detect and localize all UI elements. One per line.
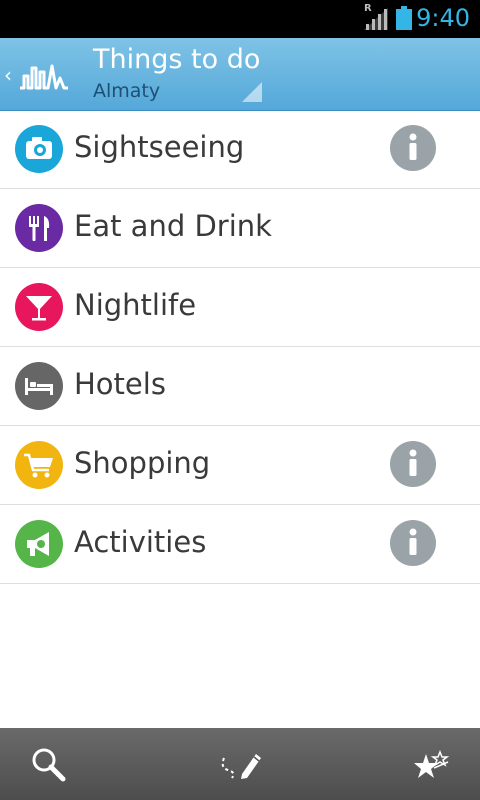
list-item-shopping[interactable]: Shopping [0,426,480,505]
list-item-nightlife[interactable]: Nightlife [0,268,480,347]
info-icon[interactable] [390,441,436,487]
action-bar: ‹ Things to do Almaty [0,38,480,111]
signal-icon [364,8,388,30]
list-item-eat-and-drink[interactable]: Eat and Drink [0,189,480,268]
list-item-label: Hotels [74,367,166,401]
megaphone-icon [15,520,63,568]
battery-icon [396,6,412,30]
list-item-activities[interactable]: Activities [0,505,480,584]
search-button[interactable] [0,728,100,800]
bottom-toolbar [0,728,480,800]
cart-icon [15,441,63,489]
list-item-label: Nightlife [74,288,197,322]
clock: 9:40 [416,4,470,32]
category-list: Sightseeing Eat and Drink Nightlife Hote… [0,110,480,584]
route-draw-icon [221,754,261,779]
bed-icon [15,362,63,410]
back-chevron-icon[interactable]: ‹ [4,63,12,87]
list-item-label: Sightseeing [74,130,245,164]
info-icon[interactable] [390,125,436,171]
list-item-label: Eat and Drink [74,209,272,243]
camera-icon [15,125,63,173]
list-item-label: Shopping [74,446,211,480]
search-icon [32,748,66,782]
list-item-label: Activities [74,525,207,559]
favorites-stars-icon [414,749,450,778]
info-icon[interactable] [390,520,436,566]
status-bar: R 9:40 [0,0,480,38]
fork-knife-icon [15,204,63,252]
page-title[interactable]: Things to do [93,44,260,75]
cocktail-icon [15,283,63,331]
app-logo-icon[interactable] [18,56,70,96]
location-subtitle[interactable]: Almaty [93,80,160,102]
spinner-dropdown-icon[interactable] [242,82,262,102]
route-draw-button[interactable] [190,728,290,800]
favorites-button[interactable] [380,728,480,800]
list-item-sightseeing[interactable]: Sightseeing [0,110,480,189]
list-item-hotels[interactable]: Hotels [0,347,480,426]
